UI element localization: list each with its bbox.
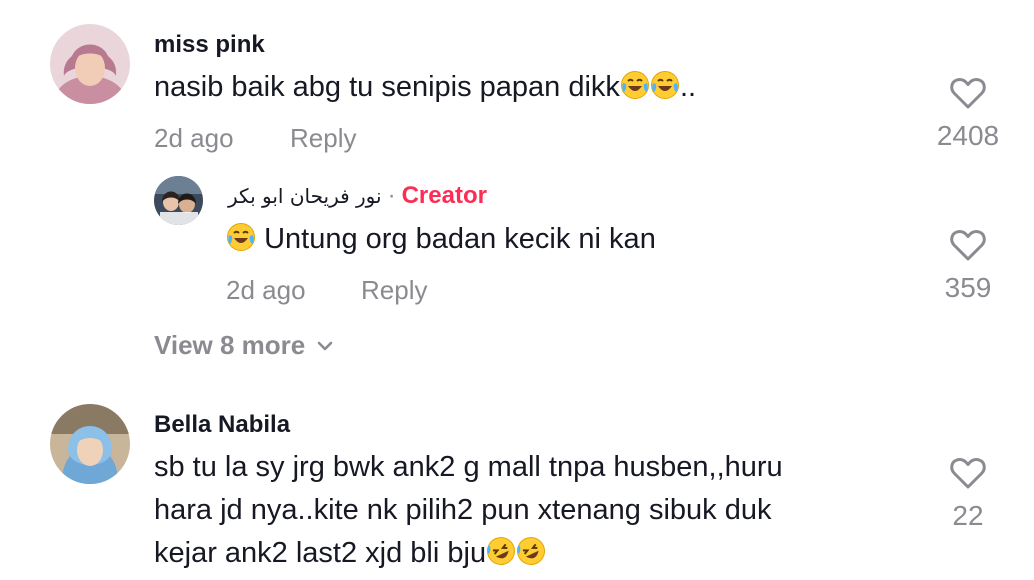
view-more-label: View 8 more (154, 330, 306, 360)
reply-text-body: Untung org badan kecik ni kan (264, 223, 656, 255)
reply-username[interactable]: نور فريحان ابو بكر (228, 184, 382, 208)
avatar[interactable] (154, 176, 203, 225)
reply-header: نور فريحان ابو بكر · Creator (228, 181, 487, 211)
comment-text: nasib baik abg tu senipis papan dikk.. (154, 66, 696, 113)
avatar[interactable] (50, 404, 130, 484)
avatar[interactable] (50, 24, 130, 104)
heart-icon[interactable] (948, 73, 988, 113)
rolling-on-floor-laughing-icon (516, 536, 546, 579)
comment-text-line: kejar ank2 last2 xjd bli bju (154, 537, 487, 569)
comment-text-body: nasib baik abg tu senipis papan dikk (154, 71, 620, 103)
face-with-tears-of-joy-icon (620, 70, 650, 113)
like-count: 2408 (936, 120, 1000, 151)
like-count: 22 (952, 500, 984, 531)
heart-icon[interactable] (948, 453, 988, 493)
comment-timestamp: 2d ago (154, 123, 234, 153)
rolling-on-floor-laughing-icon (486, 536, 516, 579)
view-more-replies-button[interactable]: View 8 more (154, 330, 335, 361)
comment-text-suffix: .. (679, 71, 697, 103)
separator-dot: · (387, 182, 396, 209)
heart-icon[interactable] (948, 225, 988, 265)
reply-button[interactable]: Reply (290, 123, 356, 154)
like-count: 359 (944, 272, 992, 303)
reply-text: Untung org badan kecik ni kan (226, 218, 656, 265)
comment-username[interactable]: Bella Nabila (154, 411, 290, 439)
comment-text: sb tu la sy jrg bwk ank2 g mall tnpa hus… (154, 446, 783, 579)
comment-text-line: hara jd nya..kite nk pilih2 pun xtenang … (154, 494, 772, 526)
creator-badge: Creator (401, 182, 487, 209)
reply-timestamp: 2d ago (226, 275, 306, 305)
comment-username[interactable]: miss pink (154, 31, 265, 59)
comment-text-line: sb tu la sy jrg bwk ank2 g mall tnpa hus… (154, 451, 783, 483)
face-with-tears-of-joy-icon (226, 222, 256, 265)
reply-button[interactable]: Reply (361, 275, 427, 306)
face-with-tears-of-joy-icon (650, 70, 680, 113)
comment-text-line-last: kejar ank2 last2 xjd bli bju (154, 532, 783, 579)
chevron-down-icon (315, 336, 335, 356)
